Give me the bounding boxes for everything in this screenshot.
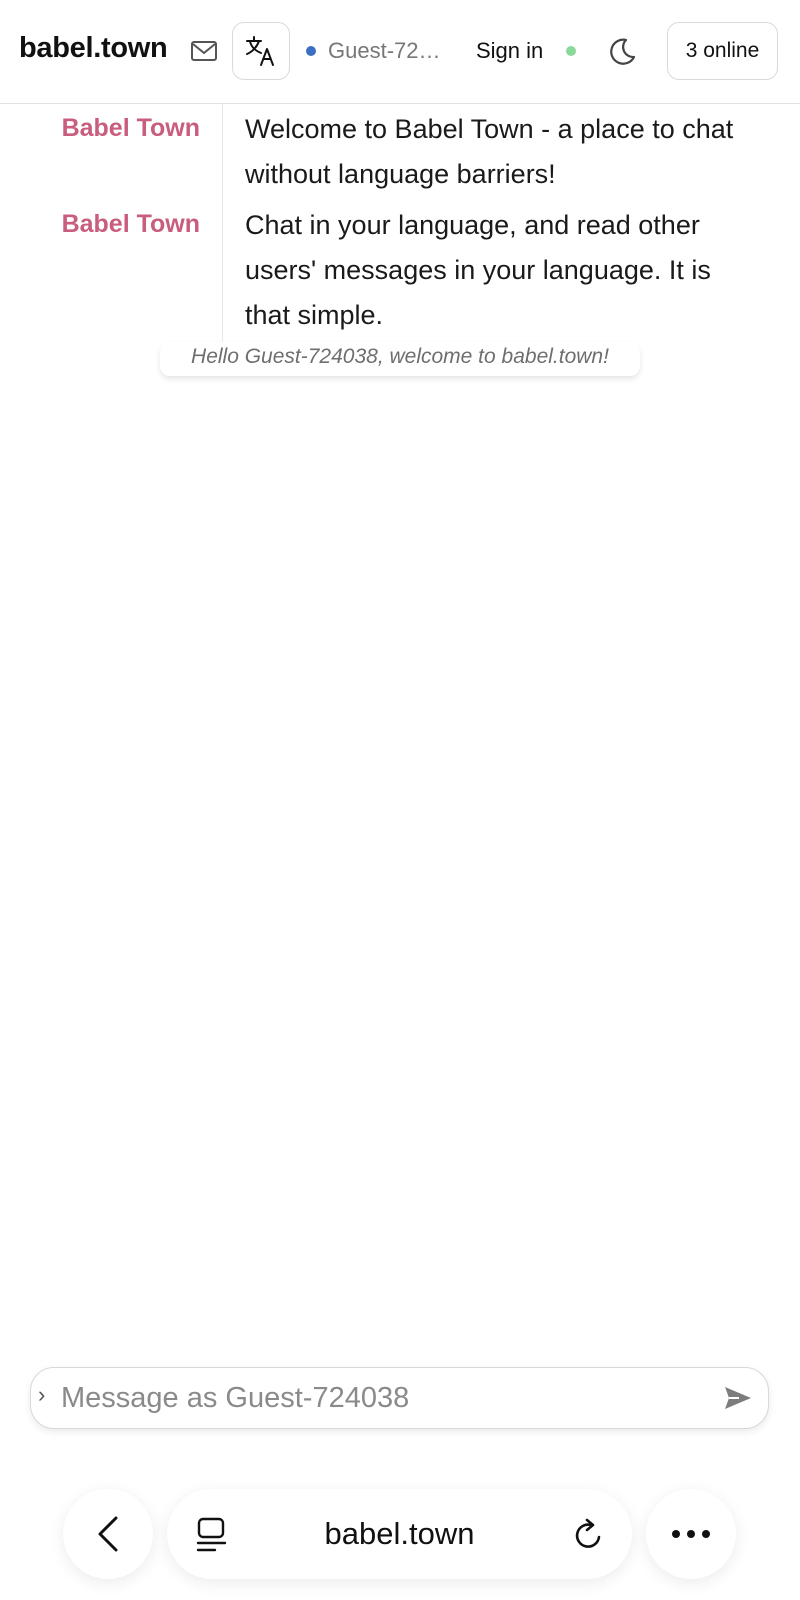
send-icon[interactable]: [723, 1384, 753, 1412]
sign-in-link[interactable]: Sign in: [476, 38, 543, 64]
more-button[interactable]: [646, 1489, 736, 1579]
address-url: babel.town: [324, 1516, 475, 1551]
message-input[interactable]: [61, 1377, 701, 1419]
message-divider: [222, 200, 223, 342]
mail-icon[interactable]: [190, 38, 218, 64]
welcome-system-note: Hello Guest-724038, welcome to babel.tow…: [160, 342, 640, 376]
message-item: Babel Town Welcome to Babel Town - a pla…: [0, 104, 800, 200]
message-list: Babel Town Welcome to Babel Town - a pla…: [0, 104, 800, 342]
browser-toolbar: babel.town: [0, 1476, 800, 1600]
chevron-left-icon: [98, 1516, 118, 1552]
translate-icon: [246, 36, 274, 66]
message-divider: [222, 104, 223, 200]
message-text: Welcome to Babel Town - a place to chat …: [245, 114, 734, 189]
app-header: babel.town Guest-724038 Sign in 3 online: [0, 0, 800, 104]
guest-status-dot: [306, 46, 316, 56]
moon-icon[interactable]: [606, 36, 638, 68]
online-status-dot: [566, 46, 576, 56]
address-bar[interactable]: babel.town: [167, 1489, 632, 1579]
more-icon: [672, 1530, 710, 1538]
message-author[interactable]: Babel Town: [62, 210, 200, 239]
chevron-right-icon[interactable]: ›: [38, 1382, 45, 1408]
message-composer: ›: [30, 1367, 769, 1429]
reload-icon[interactable]: [573, 1518, 605, 1552]
online-count-button[interactable]: 3 online: [667, 22, 778, 80]
message-author[interactable]: Babel Town: [62, 114, 200, 143]
translate-button[interactable]: [232, 22, 290, 80]
message-text: Chat in your language, and read other us…: [245, 210, 711, 330]
back-button[interactable]: [63, 1489, 153, 1579]
message-item: Babel Town Chat in your language, and re…: [0, 200, 800, 342]
brand-title[interactable]: babel.town: [19, 32, 168, 65]
guest-name[interactable]: Guest-724038: [328, 38, 450, 64]
